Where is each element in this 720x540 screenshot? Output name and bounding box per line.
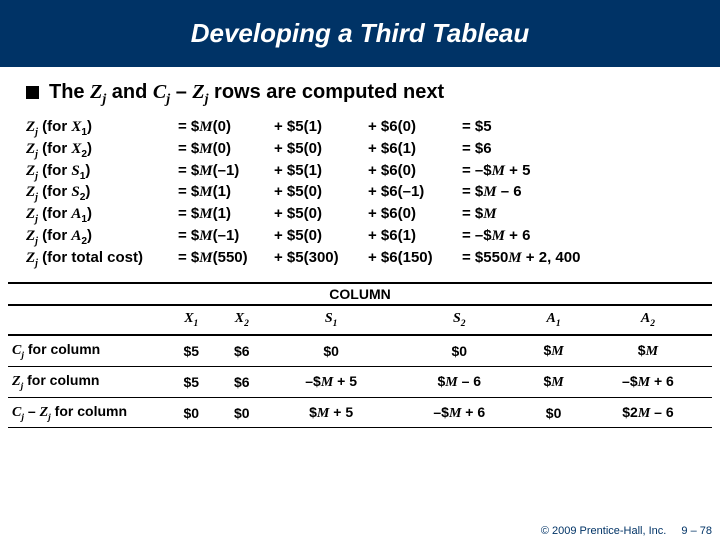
page-number: 9 – 78 xyxy=(681,525,712,537)
table-body: Cj for column$5$6$0$0$M$MZj for column$5… xyxy=(8,335,712,428)
copyright: © 2009 Prentice-Hall, Inc. xyxy=(541,525,667,537)
equation-row: Zj (for S2)= $M(1)+ $5(0)+ $6(–1)= $M – … xyxy=(26,183,694,205)
bullet-text: The Zj and Cj – Zj rows are computed nex… xyxy=(49,81,444,108)
table-row: Cj – Zj for column$0$0$M + 5–$M + 6$0$2M… xyxy=(8,397,712,428)
bottom-table: X1 X2 S1 S2 A1 A2 Cj for column$5$6$0$0$… xyxy=(8,305,712,428)
bullet-main: The Zj and Cj – Zj rows are computed nex… xyxy=(0,67,720,116)
bullet-icon xyxy=(26,86,39,99)
equation-block: Zj (for X1)= $M(0)+ $5(1)+ $6(0)= $5Zj (… xyxy=(0,116,720,276)
equation-row: Zj (for A1)= $M(1)+ $5(0)+ $6(0)= $M xyxy=(26,205,694,227)
equation-row: Zj (for X1)= $M(0)+ $5(1)+ $6(0)= $5 xyxy=(26,118,694,140)
equation-row: Zj (for X2)= $M(0)+ $5(0)+ $6(1)= $6 xyxy=(26,140,694,162)
slide-footer: © 2009 Prentice-Hall, Inc. 9 – 78 xyxy=(541,525,712,537)
equation-row: Zj (for total cost)= $M(550)+ $5(300)+ $… xyxy=(26,249,694,271)
slide-title: Developing a Third Tableau xyxy=(0,0,720,67)
table-row: Zj for column$5$6–$M + 5$M – 6$M–$M + 6 xyxy=(8,366,712,397)
table-row: Cj for column$5$6$0$0$M$M xyxy=(8,335,712,366)
equation-row: Zj (for S1)= $M(–1)+ $5(1)+ $6(0)= –$M +… xyxy=(26,162,694,184)
table-head-row: X1 X2 S1 S2 A1 A2 xyxy=(8,306,712,335)
column-super-header: COLUMN xyxy=(8,282,712,305)
equation-row: Zj (for A2)= $M(–1)+ $5(0)+ $6(1)= –$M +… xyxy=(26,227,694,249)
